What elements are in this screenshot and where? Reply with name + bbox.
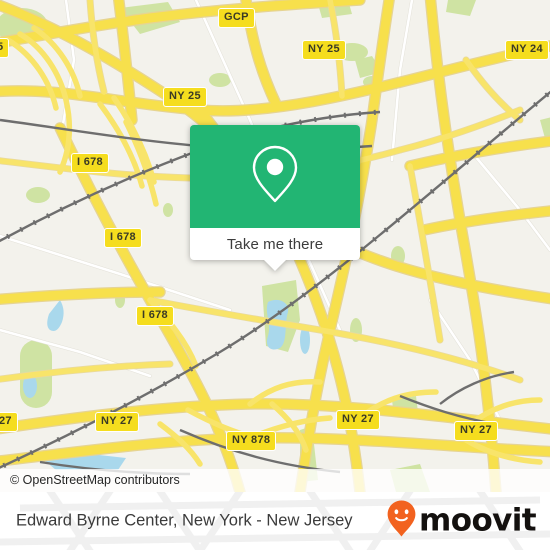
moovit-logo[interactable]: moovit bbox=[386, 500, 537, 543]
shield-27-left-edge: 27 bbox=[0, 412, 18, 432]
moovit-map-screenshot: .mj{fill:none;stroke:#f7e04c;stroke-widt… bbox=[0, 0, 550, 550]
shield-ny-27-right: NY 27 bbox=[454, 421, 498, 441]
shield-gcp: GCP bbox=[218, 8, 255, 28]
moovit-smiley-pin-icon bbox=[386, 500, 417, 543]
shield-ny-878: NY 878 bbox=[226, 431, 277, 451]
osm-attribution: © OpenStreetMap contributors bbox=[0, 469, 550, 492]
shield-ny-25-left: NY 25 bbox=[163, 87, 207, 107]
shield-i678-middle: I 678 bbox=[104, 228, 142, 248]
shield-ny-25-top: NY 25 bbox=[302, 40, 346, 60]
shield-ny-24: NY 24 bbox=[505, 40, 549, 60]
shield-ny-27-left: NY 27 bbox=[95, 412, 139, 432]
page-title: Edward Byrne Center, New York - New Jers… bbox=[16, 511, 353, 530]
footer-bar: Edward Byrne Center, New York - New Jers… bbox=[0, 492, 550, 550]
take-me-there-button[interactable]: Take me there bbox=[190, 228, 360, 271]
location-pin-icon bbox=[249, 143, 301, 210]
shield-ny-27-center: NY 27 bbox=[336, 410, 380, 430]
shield-left-edge-top: 5 bbox=[0, 38, 10, 58]
moovit-wordmark: moovit bbox=[419, 502, 537, 539]
popup-pin-area bbox=[190, 125, 360, 228]
take-me-there-label: Take me there bbox=[226, 235, 324, 253]
shield-i678-lower: I 678 bbox=[136, 306, 174, 326]
location-popup-card[interactable]: Take me there bbox=[190, 125, 360, 271]
shield-i678-upper: I 678 bbox=[71, 153, 109, 173]
popup-tail-pointer bbox=[264, 260, 286, 271]
